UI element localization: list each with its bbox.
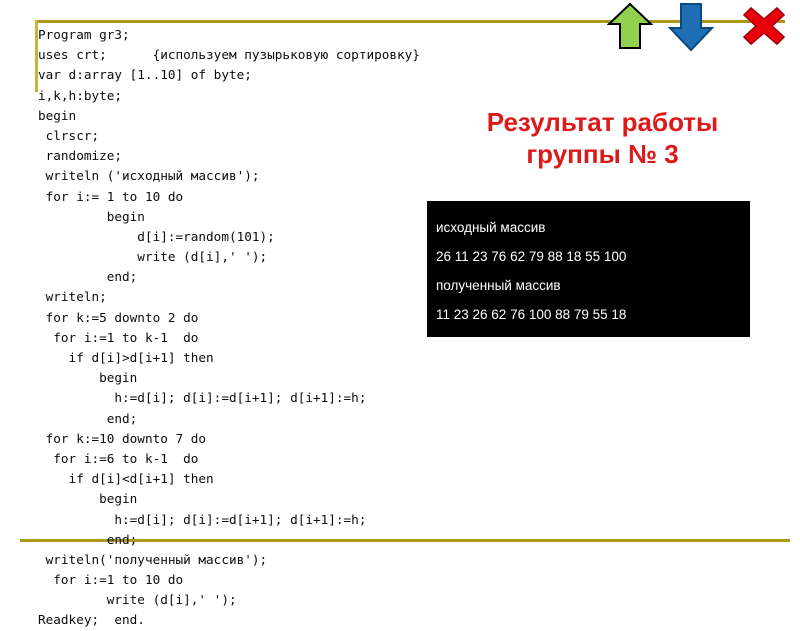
code-line: if d[i]>d[i+1] then xyxy=(38,350,214,365)
code-line: write (d[i],' '); xyxy=(38,592,237,608)
code-line: Readkey; end. xyxy=(38,612,145,628)
code-line: writeln('полученный массив'); xyxy=(38,551,268,567)
code-line: end; xyxy=(38,410,138,426)
code-line: i,k,h:byte; xyxy=(38,87,123,103)
code-line: h:=d[i]; d[i]:=d[i+1]; d[i+1]:=h; xyxy=(38,511,367,527)
code-line: var d:array [1..10] of byte; xyxy=(38,67,252,83)
code-line: for i:=6 to k-1 do xyxy=(38,450,199,466)
page-title-line-1: Результат работы xyxy=(486,107,719,137)
down-arrow-icon[interactable] xyxy=(667,2,715,52)
close-icon[interactable] xyxy=(742,6,786,46)
page-title: Результат работы группы № 3 xyxy=(415,106,790,170)
code-line: for k:=10 downto 7 do xyxy=(38,430,207,446)
console-output-box: исходный массив 26 11 23 76 62 79 88 18 … xyxy=(427,201,750,337)
code-line: begin xyxy=(38,370,138,386)
up-arrow-icon[interactable] xyxy=(606,2,654,50)
code-line: uses crt; {используем пузырьковую сортир… xyxy=(38,47,420,63)
code-line: end; xyxy=(38,531,138,547)
code-line: begin xyxy=(38,491,138,507)
console-line-result-values: 11 23 26 62 76 100 88 79 55 18 xyxy=(436,307,627,322)
console-line-original-values: 26 11 23 76 62 79 88 18 55 100 xyxy=(436,249,627,264)
code-line: if d[i]<d[i+1] then xyxy=(38,471,214,487)
code-line: Program gr3; xyxy=(38,27,130,42)
code-line: h:=d[i]; d[i]:=d[i+1]; d[i+1]:=h; xyxy=(38,390,367,406)
page-title-line-2: группы № 3 xyxy=(526,139,679,169)
console-line-original-label: исходный массив xyxy=(436,220,546,235)
code-line: for i:=1 to 10 do xyxy=(38,572,184,588)
console-line-result-label: полученный массив xyxy=(436,278,561,293)
